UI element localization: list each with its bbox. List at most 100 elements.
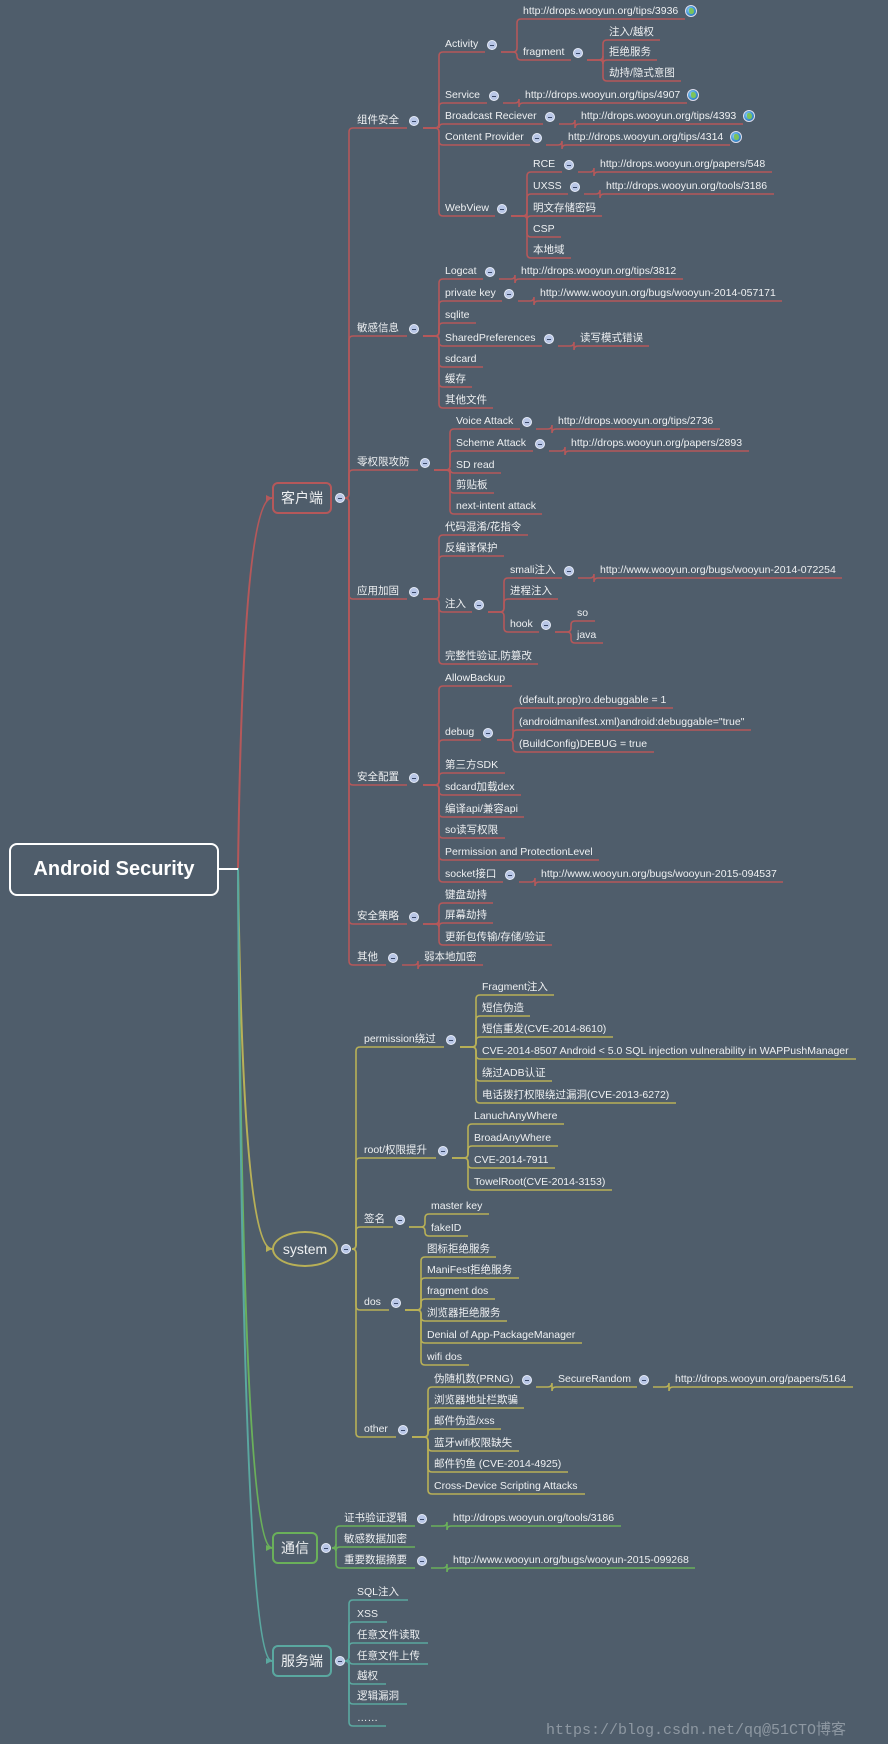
topic-node[interactable]: 其他 xyxy=(357,950,378,964)
leaf-node[interactable]: 本地域 xyxy=(533,243,565,257)
leaf-node[interactable]: fragment dos xyxy=(427,1284,488,1298)
collapse-toggle-icon[interactable] xyxy=(487,40,497,50)
collapse-toggle-icon[interactable] xyxy=(409,116,419,126)
topic-node[interactable]: private key xyxy=(445,286,496,300)
topic-node[interactable]: 组件安全 xyxy=(357,113,399,127)
topic-node[interactable]: socket接口 xyxy=(445,867,496,881)
topic-node[interactable]: Service xyxy=(445,88,480,102)
link-node[interactable]: http://www.wooyun.org/bugs/wooyun-2015-0… xyxy=(541,867,777,881)
leaf-node[interactable]: 短信伪造 xyxy=(482,1001,524,1015)
collapse-toggle-icon[interactable] xyxy=(417,1556,427,1566)
topic-node[interactable]: 安全策略 xyxy=(357,909,399,923)
leaf-node[interactable]: (androidmanifest.xml)android:debuggable=… xyxy=(519,715,744,729)
collapse-toggle-icon[interactable] xyxy=(504,289,514,299)
topic-node[interactable]: debug xyxy=(445,725,474,739)
topic-node[interactable]: Logcat xyxy=(445,264,477,278)
link-node[interactable]: http://drops.wooyun.org/tips/2736 xyxy=(558,414,713,428)
topic-node[interactable]: smali注入 xyxy=(510,563,556,577)
leaf-node[interactable]: 敏感数据加密 xyxy=(344,1532,407,1546)
leaf-node[interactable]: 反编译保护 xyxy=(445,541,498,555)
topic-node[interactable]: Content Provider xyxy=(445,130,524,144)
leaf-node[interactable]: BroadAnyWhere xyxy=(474,1131,551,1145)
leaf-node[interactable]: Cross-Device Scripting Attacks xyxy=(434,1479,578,1493)
link-node[interactable]: http://drops.wooyun.org/tips/3936 xyxy=(523,4,678,18)
topic-node[interactable]: 重要数据摘要 xyxy=(344,1553,407,1567)
leaf-node[interactable]: (BuildConfig)DEBUG = true xyxy=(519,737,647,751)
leaf-node[interactable]: fakeID xyxy=(431,1221,461,1235)
leaf-node[interactable]: 代码混淆/花指令 xyxy=(445,520,521,534)
leaf-node[interactable]: java xyxy=(577,628,596,642)
link-node[interactable]: http://www.wooyun.org/bugs/wooyun-2015-0… xyxy=(453,1553,689,1567)
link-node[interactable]: http://drops.wooyun.org/tips/4393 xyxy=(581,109,736,123)
topic-node[interactable]: permission绕过 xyxy=(364,1032,436,1046)
leaf-node[interactable]: 弱本地加密 xyxy=(424,950,477,964)
leaf-node[interactable]: Fragment注入 xyxy=(482,980,548,994)
collapse-toggle-icon[interactable] xyxy=(505,870,515,880)
globe-icon[interactable] xyxy=(730,131,742,143)
collapse-toggle-icon[interactable] xyxy=(639,1375,649,1385)
leaf-node[interactable]: 更新包传输/存储/验证 xyxy=(445,930,545,944)
link-node[interactable]: http://drops.wooyun.org/tips/4907 xyxy=(525,88,680,102)
topic-node[interactable]: other xyxy=(364,1422,388,1436)
leaf-node[interactable]: 蓝牙wifi权限缺失 xyxy=(434,1436,512,1450)
collapse-toggle-icon[interactable] xyxy=(541,620,551,630)
topic-node[interactable]: SharedPreferences xyxy=(445,331,535,345)
collapse-toggle-icon[interactable] xyxy=(395,1215,405,1225)
globe-icon[interactable] xyxy=(687,89,699,101)
topic-node[interactable]: 应用加固 xyxy=(357,584,399,598)
topic-node[interactable]: 签名 xyxy=(364,1212,385,1226)
collapse-toggle-icon[interactable] xyxy=(398,1425,408,1435)
collapse-toggle-icon[interactable] xyxy=(474,600,484,610)
topic-node[interactable]: Broadcast Reciever xyxy=(445,109,537,123)
branch-node-server[interactable]: 服务端 xyxy=(272,1645,332,1677)
collapse-toggle-icon[interactable] xyxy=(420,458,430,468)
leaf-node[interactable]: 注入/越权 xyxy=(609,25,654,39)
link-node[interactable]: http://www.wooyun.org/bugs/wooyun-2014-0… xyxy=(540,286,776,300)
collapse-toggle-icon[interactable] xyxy=(522,1375,532,1385)
leaf-node[interactable]: 劫持/隐式意图 xyxy=(609,66,675,80)
leaf-node[interactable]: 读写模式错误 xyxy=(580,331,643,345)
leaf-node[interactable]: ManiFest拒绝服务 xyxy=(427,1263,512,1277)
leaf-node[interactable]: so读写权限 xyxy=(445,823,498,837)
link-node[interactable]: http://drops.wooyun.org/tools/3186 xyxy=(453,1511,614,1525)
topic-node[interactable]: WebView xyxy=(445,201,489,215)
link-node[interactable]: http://drops.wooyun.org/papers/2893 xyxy=(571,436,742,450)
topic-node[interactable]: 安全配置 xyxy=(357,770,399,784)
leaf-node[interactable]: 进程注入 xyxy=(510,584,552,598)
leaf-node[interactable]: 缓存 xyxy=(445,372,466,386)
collapse-toggle-icon[interactable] xyxy=(409,587,419,597)
leaf-node[interactable]: 键盘劫持 xyxy=(445,888,487,902)
leaf-node[interactable]: wifi dos xyxy=(427,1350,462,1364)
collapse-toggle-icon[interactable] xyxy=(573,48,583,58)
leaf-node[interactable]: LanuchAnyWhere xyxy=(474,1109,557,1123)
leaf-node[interactable]: 绕过ADB认证 xyxy=(482,1066,546,1080)
leaf-node[interactable]: CVE-2014-8507 Android < 5.0 SQL injectio… xyxy=(482,1044,849,1058)
leaf-node[interactable]: 浏览器地址栏欺骗 xyxy=(434,1393,518,1407)
collapse-toggle-icon[interactable] xyxy=(544,334,554,344)
topic-node[interactable]: 伪随机数(PRNG) xyxy=(434,1372,513,1386)
leaf-node[interactable]: 拒绝服务 xyxy=(609,45,651,59)
leaf-node[interactable]: Denial of App-PackageManager xyxy=(427,1328,575,1342)
leaf-node[interactable]: 邮件钓鱼 (CVE-2014-4925) xyxy=(434,1457,561,1471)
collapse-toggle-icon[interactable] xyxy=(409,912,419,922)
collapse-toggle-icon[interactable] xyxy=(570,182,580,192)
collapse-toggle-icon[interactable] xyxy=(341,1244,351,1254)
collapse-toggle-icon[interactable] xyxy=(485,267,495,277)
globe-icon[interactable] xyxy=(743,110,755,122)
topic-node[interactable]: UXSS xyxy=(533,179,562,193)
link-node[interactable]: http://www.wooyun.org/bugs/wooyun-2014-0… xyxy=(600,563,836,577)
link-node[interactable]: http://drops.wooyun.org/tools/3186 xyxy=(606,179,767,193)
leaf-node[interactable]: 屏幕劫持 xyxy=(445,908,487,922)
leaf-node[interactable]: sdcard xyxy=(445,352,477,366)
collapse-toggle-icon[interactable] xyxy=(335,493,345,503)
collapse-toggle-icon[interactable] xyxy=(409,773,419,783)
topic-node[interactable]: dos xyxy=(364,1295,381,1309)
leaf-node[interactable]: (default.prop)ro.debuggable = 1 xyxy=(519,693,666,707)
link-node[interactable]: http://drops.wooyun.org/tips/3812 xyxy=(521,264,676,278)
leaf-node[interactable]: 任意文件上传 xyxy=(357,1649,420,1663)
collapse-toggle-icon[interactable] xyxy=(564,566,574,576)
topic-node[interactable]: SecureRandom xyxy=(558,1372,631,1386)
leaf-node[interactable]: 浏览器拒绝服务 xyxy=(427,1306,501,1320)
leaf-node[interactable]: next-intent attack xyxy=(456,499,536,513)
topic-node[interactable]: Activity xyxy=(445,37,478,51)
